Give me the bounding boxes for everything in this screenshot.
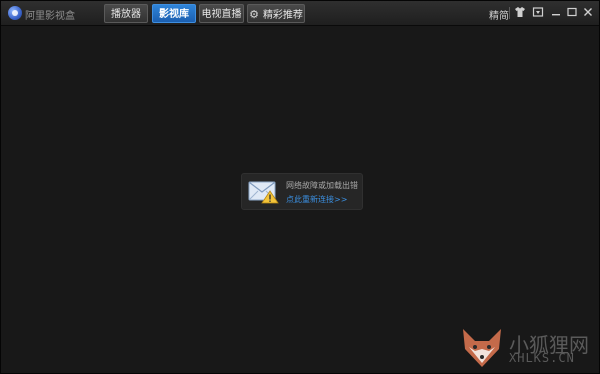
tab-video-library[interactable]: 影视库 — [152, 4, 196, 23]
window-mode-icon[interactable] — [532, 6, 544, 18]
minimize-icon[interactable] — [550, 6, 562, 18]
mail-warning-icon — [248, 181, 279, 204]
fox-logo-icon — [463, 329, 501, 367]
compact-mode-button[interactable]: 精简 — [489, 7, 509, 22]
error-message: 网络故障或加载出错 — [286, 181, 358, 190]
tab-player[interactable]: 播放器 — [104, 4, 148, 23]
title-bar[interactable]: 阿里影视盒 播放器 影视库 电视直播 ⚙ 精彩推荐 精简 — [1, 1, 599, 26]
gear-icon: ⚙ — [249, 8, 259, 21]
app-title: 阿里影视盒 — [25, 11, 75, 22]
tab-recommend-label: 精彩推荐 — [262, 10, 303, 21]
skin-icon[interactable] — [514, 6, 526, 18]
watermark-url: XHLKS.CN — [509, 351, 575, 365]
app-logo-icon — [8, 6, 22, 20]
close-icon[interactable] — [582, 6, 594, 18]
error-panel: 网络故障或加载出错 点此重新连接>> — [241, 173, 363, 210]
maximize-icon[interactable] — [566, 6, 578, 18]
tab-recommend[interactable]: ⚙ 精彩推荐 — [247, 4, 305, 23]
reconnect-link[interactable]: 点此重新连接>> — [286, 194, 347, 205]
divider — [509, 7, 510, 19]
app-window: 阿里影视盒 播放器 影视库 电视直播 ⚙ 精彩推荐 精简 网络故障或加载出错 点… — [0, 0, 600, 374]
tab-tv-live[interactable]: 电视直播 — [199, 4, 244, 23]
